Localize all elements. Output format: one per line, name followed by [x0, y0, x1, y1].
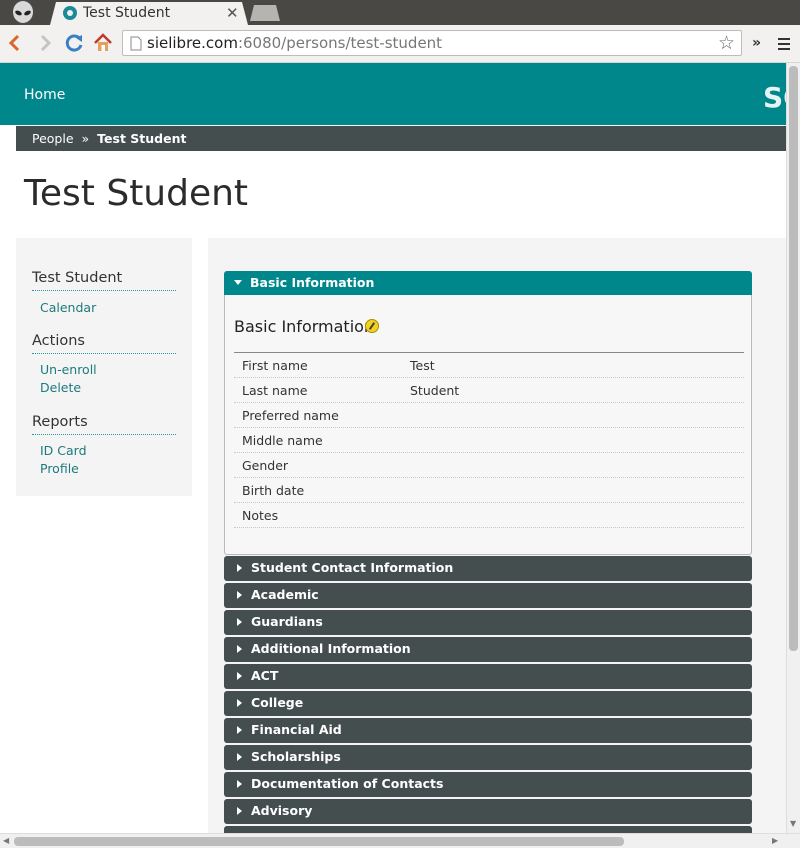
new-tab-button[interactable]	[250, 5, 280, 21]
site-favicon-icon	[63, 6, 77, 20]
table-row: Birth date	[234, 478, 744, 503]
bookmark-star-icon[interactable]: ☆	[718, 32, 735, 54]
back-arrow-icon[interactable]	[4, 32, 26, 54]
active-tab[interactable]: Test Student ✕	[50, 2, 248, 25]
sidebar-link-calendar[interactable]: Calendar	[40, 300, 96, 315]
accordion-label: Scholarships	[251, 749, 341, 764]
accordion-college[interactable]: College	[224, 691, 752, 716]
scroll-right-arrow-icon[interactable]: ▶	[772, 836, 778, 845]
accordion-label: Additional Information	[251, 641, 411, 656]
accordion-basic-information-body: Basic Information First name Test Last n…	[224, 295, 752, 555]
field-label: Notes	[242, 508, 279, 523]
field-label: Middle name	[242, 433, 323, 448]
alien-logo-icon	[13, 1, 33, 23]
sidebar-heading-person: Test Student	[32, 270, 176, 291]
triangle-right-icon	[237, 618, 242, 626]
accordion-next-partial[interactable]	[224, 826, 752, 833]
sidebar-heading-reports: Reports	[32, 414, 176, 435]
breadcrumb-current: Test Student	[97, 131, 187, 146]
breadcrumb: People » Test Student	[16, 126, 786, 151]
triangle-right-icon	[237, 807, 242, 815]
sidebar-link-unenroll[interactable]: Un-enroll	[40, 362, 97, 377]
sidebar-link-id-card[interactable]: ID Card	[40, 443, 87, 458]
breadcrumb-people-link[interactable]: People	[32, 131, 74, 146]
field-label: Last name	[242, 383, 308, 398]
page-viewport: Home SC People » Test Student Test Stude…	[0, 63, 786, 833]
field-label: Preferred name	[242, 408, 339, 423]
url-text: sielibre.com:6080/persons/test-student	[147, 34, 443, 52]
horizontal-scroll-thumb[interactable]	[14, 837, 624, 846]
accordion-label: Documentation of Contacts	[251, 776, 444, 791]
scroll-down-arrow-icon[interactable]: ▼	[790, 819, 796, 828]
scroll-left-arrow-icon[interactable]: ◀	[3, 836, 9, 845]
triangle-right-icon	[237, 726, 242, 734]
home-icon[interactable]	[92, 32, 114, 54]
table-row: Middle name	[234, 428, 744, 453]
sidebar-heading-actions: Actions	[32, 333, 176, 354]
triangle-right-icon	[237, 699, 242, 707]
accordion-label: Student Contact Information	[251, 560, 454, 575]
browser-tab-strip: Test Student ✕	[0, 0, 800, 25]
field-value: Student	[410, 383, 460, 398]
breadcrumb-separator: »	[81, 131, 90, 146]
accordion-financial-aid[interactable]: Financial Aid	[224, 718, 752, 743]
triangle-right-icon	[237, 672, 242, 680]
accordion-label: Basic Information	[250, 275, 375, 290]
field-label: Gender	[242, 458, 289, 473]
accordion-label: Advisory	[251, 803, 313, 818]
accordion-label: Financial Aid	[251, 722, 342, 737]
address-bar[interactable]: sielibre.com:6080/persons/test-student ☆	[122, 30, 742, 56]
accordion-additional-information[interactable]: Additional Information	[224, 637, 752, 662]
accordion-scholarships[interactable]: Scholarships	[224, 745, 752, 770]
edit-pencil-icon[interactable]	[365, 319, 379, 333]
accordion-label: Academic	[251, 587, 319, 602]
accordion-label: Guardians	[251, 614, 323, 629]
accordion-label: ACT	[251, 668, 279, 683]
page-icon	[130, 36, 142, 51]
horizontal-scrollbar[interactable]: ◀ ▶	[0, 833, 800, 848]
triangle-right-icon	[237, 753, 242, 761]
field-label: Birth date	[242, 483, 305, 498]
field-label: First name	[242, 358, 308, 373]
brand-logo[interactable]: SC	[763, 81, 786, 114]
page-title: Test Student	[24, 173, 249, 214]
table-row: First name Test	[234, 353, 744, 378]
forward-arrow-icon[interactable]	[34, 32, 56, 54]
accordion-guardians[interactable]: Guardians	[224, 610, 752, 635]
accordion-academic[interactable]: Academic	[224, 583, 752, 608]
site-header: Home SC	[0, 63, 786, 125]
section-title: Basic Information	[234, 317, 375, 336]
browser-toolbar: sielibre.com:6080/persons/test-student ☆	[0, 25, 800, 63]
accordion-basic-information-header[interactable]: Basic Information	[224, 271, 752, 295]
vertical-scroll-thumb[interactable]	[789, 66, 798, 651]
reload-icon[interactable]	[63, 32, 85, 54]
table-row: Notes	[234, 503, 744, 528]
sidebar-link-delete[interactable]: Delete	[40, 380, 81, 395]
accordion-label: College	[251, 695, 304, 710]
accordion-documentation-of-contacts[interactable]: Documentation of Contacts	[224, 772, 752, 797]
sidebar-link-profile[interactable]: Profile	[40, 461, 79, 476]
extensions-overflow-icon[interactable]: »	[752, 35, 761, 51]
sidebar: Test Student Calendar Actions Un-enroll …	[16, 238, 192, 496]
basic-info-table: First name Test Last name Student Prefer…	[234, 352, 744, 528]
tab-title: Test Student	[83, 5, 171, 21]
table-row: Preferred name	[234, 403, 744, 428]
triangle-right-icon	[237, 591, 242, 599]
accordion-student-contact-information[interactable]: Student Contact Information	[224, 556, 752, 581]
triangle-right-icon	[237, 645, 242, 653]
field-value: Test	[410, 358, 435, 373]
tab-close-icon[interactable]: ✕	[226, 4, 239, 22]
table-row: Last name Student	[234, 378, 744, 403]
nav-home-link[interactable]: Home	[24, 87, 65, 103]
triangle-right-icon	[237, 564, 242, 572]
triangle-down-icon	[234, 280, 242, 285]
accordion-advisory[interactable]: Advisory	[224, 799, 752, 824]
main-content: Basic Information Basic Information Firs…	[208, 238, 786, 833]
browser-menu-icon[interactable]	[778, 38, 790, 50]
accordion-act[interactable]: ACT	[224, 664, 752, 689]
table-row: Gender	[234, 453, 744, 478]
triangle-right-icon	[237, 780, 242, 788]
vertical-scrollbar[interactable]: ▼	[786, 63, 800, 833]
